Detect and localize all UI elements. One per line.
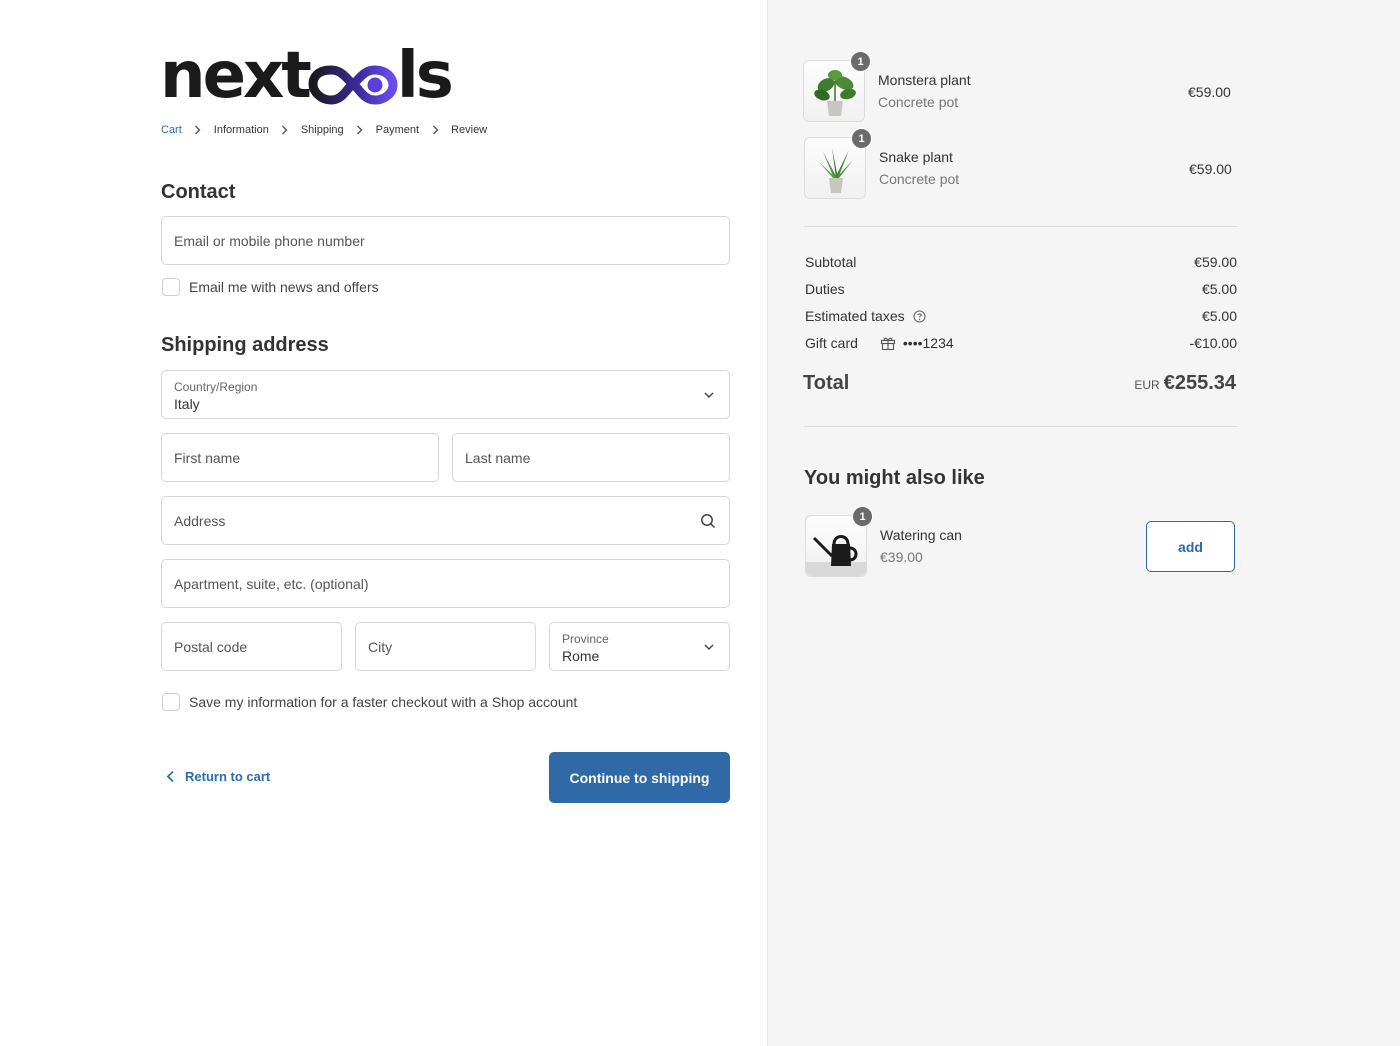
product-name: Monstera plant: [878, 72, 971, 88]
cart-item: 1 Snake plant Concrete pot: [804, 128, 960, 199]
product-thumbnail: 1: [803, 51, 871, 122]
breadcrumb-cart[interactable]: Cart: [161, 124, 182, 136]
subtotal-row: Subtotal €59.00: [805, 254, 1237, 270]
email-placeholder: Email or mobile phone number: [174, 232, 365, 249]
subtotal-value: €59.00: [1194, 254, 1237, 270]
breadcrumb-payment[interactable]: Payment: [376, 124, 419, 136]
help-icon[interactable]: [913, 309, 926, 323]
apartment-placeholder: Apartment, suite, etc. (optional): [174, 575, 369, 592]
checkout-form-column: next ls Cart Information Shipping Paymen…: [0, 0, 767, 1046]
apartment-field[interactable]: Apartment, suite, etc. (optional): [161, 559, 730, 608]
duties-label: Duties: [805, 281, 845, 297]
country-label: Country/Region: [174, 380, 258, 394]
duties-value: €5.00: [1201, 281, 1237, 297]
breadcrumb-review[interactable]: Review: [451, 124, 487, 136]
newsletter-checkbox[interactable]: [162, 278, 180, 296]
postal-code-field[interactable]: Postal code: [161, 622, 342, 671]
product-price: €59.00: [1188, 84, 1231, 100]
product-thumbnail: 1: [805, 506, 873, 577]
taxes-label: Estimated taxes: [805, 308, 905, 324]
last-name-field[interactable]: Last name: [452, 433, 730, 482]
duties-row: Duties €5.00: [805, 281, 1237, 297]
chevron-down-icon: [704, 391, 714, 398]
breadcrumb-shipping[interactable]: Shipping: [301, 124, 344, 136]
newsletter-option[interactable]: Email me with news and offers: [162, 278, 379, 296]
gift-card-value: -€10.00: [1189, 335, 1237, 351]
postal-code-placeholder: Postal code: [174, 638, 248, 655]
logo-infinity-icon: [308, 65, 398, 105]
breadcrumb-information[interactable]: Information: [214, 124, 269, 136]
city-field[interactable]: City: [355, 622, 536, 671]
taxes-row: Estimated taxes €5.00: [805, 308, 1237, 324]
divider: [804, 226, 1237, 227]
total-row: Total EUR €255.34: [803, 372, 1236, 395]
province-select[interactable]: Province Rome: [549, 622, 730, 671]
add-to-cart-button[interactable]: add: [1146, 521, 1235, 572]
breadcrumb: Cart Information Shipping Payment Review: [161, 124, 487, 136]
address-field[interactable]: Address: [161, 496, 730, 545]
gift-card-row: Gift card ••••1234 -€10.00: [805, 335, 1237, 351]
first-name-placeholder: First name: [174, 449, 241, 466]
brand-logo[interactable]: next ls: [160, 39, 454, 113]
newsletter-label: Email me with news and offers: [189, 279, 379, 295]
chevron-right-icon: [193, 124, 203, 136]
city-placeholder: City: [368, 638, 393, 655]
product-thumbnail: 1: [804, 128, 872, 199]
shipping-heading: Shipping address: [161, 334, 329, 356]
chevron-down-icon: [704, 643, 714, 650]
save-info-checkbox[interactable]: [162, 693, 180, 711]
product-name: Snake plant: [879, 149, 953, 165]
cart-item: 1 Monstera plant Concrete pot: [803, 51, 971, 122]
total-value: €255.34: [1163, 372, 1236, 394]
province-label: Province: [562, 632, 609, 646]
first-name-field[interactable]: First name: [161, 433, 439, 482]
chevron-left-icon: [166, 770, 174, 783]
quantity-badge: 1: [850, 51, 871, 72]
product-price: €59.00: [1189, 161, 1232, 177]
province-value: Rome: [562, 648, 600, 664]
gift-card-label: Gift card: [805, 335, 858, 351]
divider: [804, 426, 1237, 427]
product-variant: Concrete pot: [878, 94, 959, 110]
recommendations-heading: You might also like: [804, 467, 985, 489]
search-icon[interactable]: [700, 513, 716, 529]
return-to-cart-label: Return to cart: [185, 769, 271, 784]
continue-to-shipping-button[interactable]: Continue to shipping: [549, 752, 730, 803]
gift-card-code: ••••1234: [902, 335, 954, 351]
address-placeholder: Address: [174, 512, 226, 529]
chevron-right-icon: [280, 124, 290, 136]
country-value: Italy: [174, 396, 200, 412]
product-variant: Concrete pot: [879, 171, 960, 187]
currency-code: EUR: [1134, 378, 1160, 392]
last-name-placeholder: Last name: [465, 449, 531, 466]
email-field[interactable]: Email or mobile phone number: [161, 216, 730, 265]
logo-text-prefix: next: [160, 39, 312, 113]
quantity-badge: 1: [851, 128, 872, 149]
total-label: Total: [803, 372, 850, 394]
product-name: Watering can: [880, 527, 962, 543]
subtotal-label: Subtotal: [805, 254, 857, 270]
contact-heading: Contact: [161, 181, 236, 203]
chevron-right-icon: [430, 124, 440, 136]
quantity-badge: 1: [852, 506, 873, 527]
return-to-cart-link[interactable]: Return to cart: [166, 769, 270, 784]
product-price: €39.00: [880, 549, 923, 565]
taxes-value: €5.00: [1201, 308, 1237, 324]
logo-text-suffix: ls: [396, 39, 454, 113]
save-info-label: Save my information for a faster checkou…: [189, 694, 578, 710]
gift-icon: [880, 337, 895, 351]
recommendation-item: 1 Watering can €39.00: [805, 506, 962, 577]
chevron-right-icon: [355, 124, 365, 136]
save-info-option[interactable]: Save my information for a faster checkou…: [162, 693, 577, 711]
country-select[interactable]: Country/Region Italy: [161, 370, 730, 419]
